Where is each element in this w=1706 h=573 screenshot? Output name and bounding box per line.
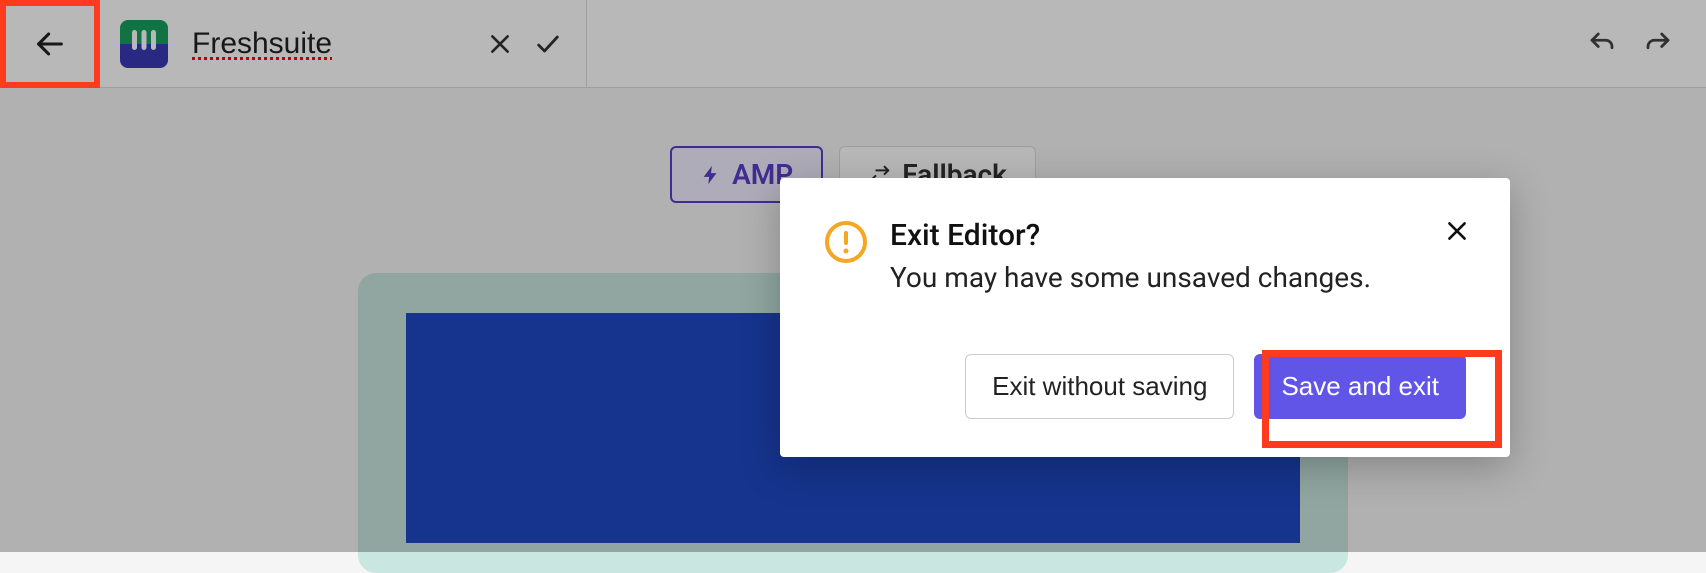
exit-without-saving-button[interactable]: Exit without saving <box>965 354 1234 419</box>
modal-subtitle: You may have some unsaved changes. <box>890 261 1371 294</box>
modal-close-button[interactable] <box>1444 218 1470 248</box>
close-icon <box>1444 218 1470 244</box>
save-and-exit-button[interactable]: Save and exit <box>1254 354 1466 419</box>
warning-icon <box>824 220 868 268</box>
modal-title: Exit Editor? <box>890 218 1371 253</box>
exit-confirm-modal: Exit Editor? You may have some unsaved c… <box>780 178 1510 457</box>
